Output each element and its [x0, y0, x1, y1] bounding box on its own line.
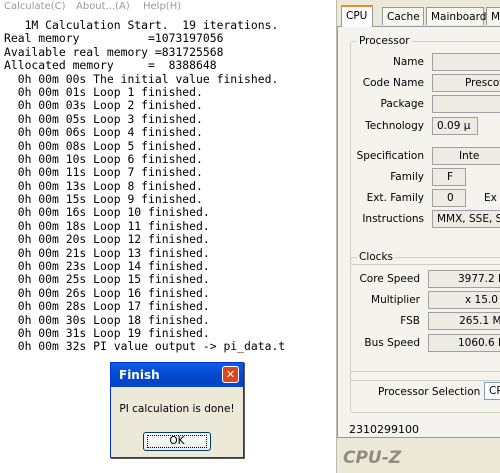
tab-cache[interactable]: Cache — [382, 7, 424, 25]
dialog-message: PI calculation is done! — [119, 403, 235, 415]
console-line: 0h 00m 25s Loop 15 finished. — [4, 272, 210, 287]
console-line: 0h 00m 00s The initial value finished. — [4, 71, 279, 86]
fsb-value: 265.1 MHz — [428, 312, 500, 330]
specification-value: Inte — [432, 147, 500, 165]
console-line: 0h 00m 23s Loop 14 finished. — [4, 259, 210, 274]
console-line: 0h 00m 01s Loop 1 finished. — [4, 84, 203, 99]
core-speed-label: Core Speed — [359, 273, 420, 285]
console-line: Real memory =1073197056 — [4, 31, 224, 46]
console-line: 0h 00m 13s Loop 8 finished. — [4, 178, 203, 193]
package-label: Package — [380, 98, 424, 110]
output-console: 1M Calculation Start. 19 iterations. Real… — [4, 19, 336, 354]
core-speed-value: 3977.2 MH — [428, 270, 500, 288]
fsb-label: FSB — [400, 315, 420, 327]
console-line: 0h 00m 15s Loop 9 finished. — [4, 192, 203, 207]
console-line: 0h 00m 28s Loop 17 finished. — [4, 299, 210, 314]
processor-selection-label: Processor Selection — [378, 386, 481, 398]
codename-label: Code Name — [362, 77, 424, 89]
console-line: 0h 00m 05s Loop 3 finished. — [4, 111, 203, 126]
console-line: 0h 00m 03s Loop 2 finished. — [4, 98, 203, 113]
instructions-label: Instructions — [362, 213, 424, 225]
clocks-group-title: Clocks — [357, 251, 395, 263]
family-value: F — [432, 168, 466, 186]
console-line: 0h 00m 21s Loop 13 finished. — [4, 245, 210, 260]
console-line: 0h 00m 06s Loop 4 finished. — [4, 125, 203, 140]
console-line: 0h 00m 16s Loop 10 finished. — [4, 205, 210, 220]
ext-family-label: Ext. Family — [366, 192, 424, 204]
specification-label: Specification — [356, 150, 424, 162]
bus-speed-label: Bus Speed — [364, 337, 420, 349]
console-line: 0h 00m 30s Loop 18 finished. — [4, 312, 210, 327]
family-label: Family — [390, 171, 424, 183]
name-label: Name — [393, 56, 424, 68]
tab-strip: CPU Cache Mainboard M — [337, 5, 500, 27]
ok-button[interactable]: OK — [143, 432, 211, 451]
console-line: 0h 00m 11s Loop 7 finished. — [4, 165, 203, 180]
cpu-tab-panel: Processor Name In Code Name Prescot Pack… — [337, 26, 500, 438]
menu-help[interactable]: Help(H) — [143, 1, 181, 12]
dialog-title-bar[interactable]: Finish ✕ — [111, 363, 243, 387]
multiplier-label: Multiplier — [371, 294, 420, 306]
cpuz-logo: CPU-Z — [343, 448, 402, 468]
console-line: 1M Calculation Start. 19 iterations. — [4, 19, 279, 32]
technology-value: 0.09 µ — [432, 117, 478, 135]
ext-family-value: 0 — [432, 189, 466, 207]
dialog-title: Finish — [119, 368, 160, 382]
instructions-value: MMX, SSE, SS — [432, 210, 500, 228]
console-line: 0h 00m 18s Loop 11 finished. — [4, 218, 210, 233]
focus-outline — [147, 435, 207, 448]
close-icon[interactable]: ✕ — [222, 366, 239, 383]
tab-memory[interactable]: M — [486, 7, 500, 25]
console-line: Available real memory =831725568 — [4, 44, 224, 59]
menu-calculate[interactable]: Calculate(C) — [4, 1, 66, 12]
multiplier-value: x 15.0 — [428, 291, 500, 309]
console-line: 0h 00m 31s Loop 19 finished. — [4, 325, 210, 340]
console-line: 0h 00m 20s Loop 12 finished. — [4, 232, 210, 247]
console-line: 0h 00m 10s Loop 6 finished. — [4, 151, 203, 166]
console-line: 0h 00m 08s Loop 5 finished. — [4, 138, 203, 153]
processor-selection-dropdown[interactable]: CP — [484, 382, 500, 400]
console-line: 0h 00m 26s Loop 16 finished. — [4, 285, 210, 300]
processor-group-title: Processor — [357, 35, 412, 47]
status-value: 2310299100 — [349, 423, 419, 436]
name-value: In — [432, 53, 500, 71]
bus-speed-value: 1060.6 MH — [428, 334, 500, 352]
technology-label: Technology — [365, 120, 424, 132]
finish-dialog: Finish ✕ PI calculation is done! OK — [110, 362, 244, 458]
package-value — [432, 95, 500, 113]
menu-bar: Calculate(C) About...(A) Help(H) — [0, 0, 336, 14]
console-line: 0h 00m 32s PI value output -> pi_data.t — [4, 339, 286, 354]
tab-cpu[interactable]: CPU — [341, 5, 373, 27]
cpuz-window: CPU Cache Mainboard M Processor Name In … — [336, 0, 500, 473]
codename-value: Prescot — [432, 74, 500, 92]
menu-about[interactable]: About...(A) — [76, 1, 130, 12]
console-line: Allocated memory = 8388648 — [4, 58, 217, 73]
tab-mainboard[interactable]: Mainboard — [426, 7, 486, 25]
ext-model-label: Ex — [484, 192, 497, 204]
